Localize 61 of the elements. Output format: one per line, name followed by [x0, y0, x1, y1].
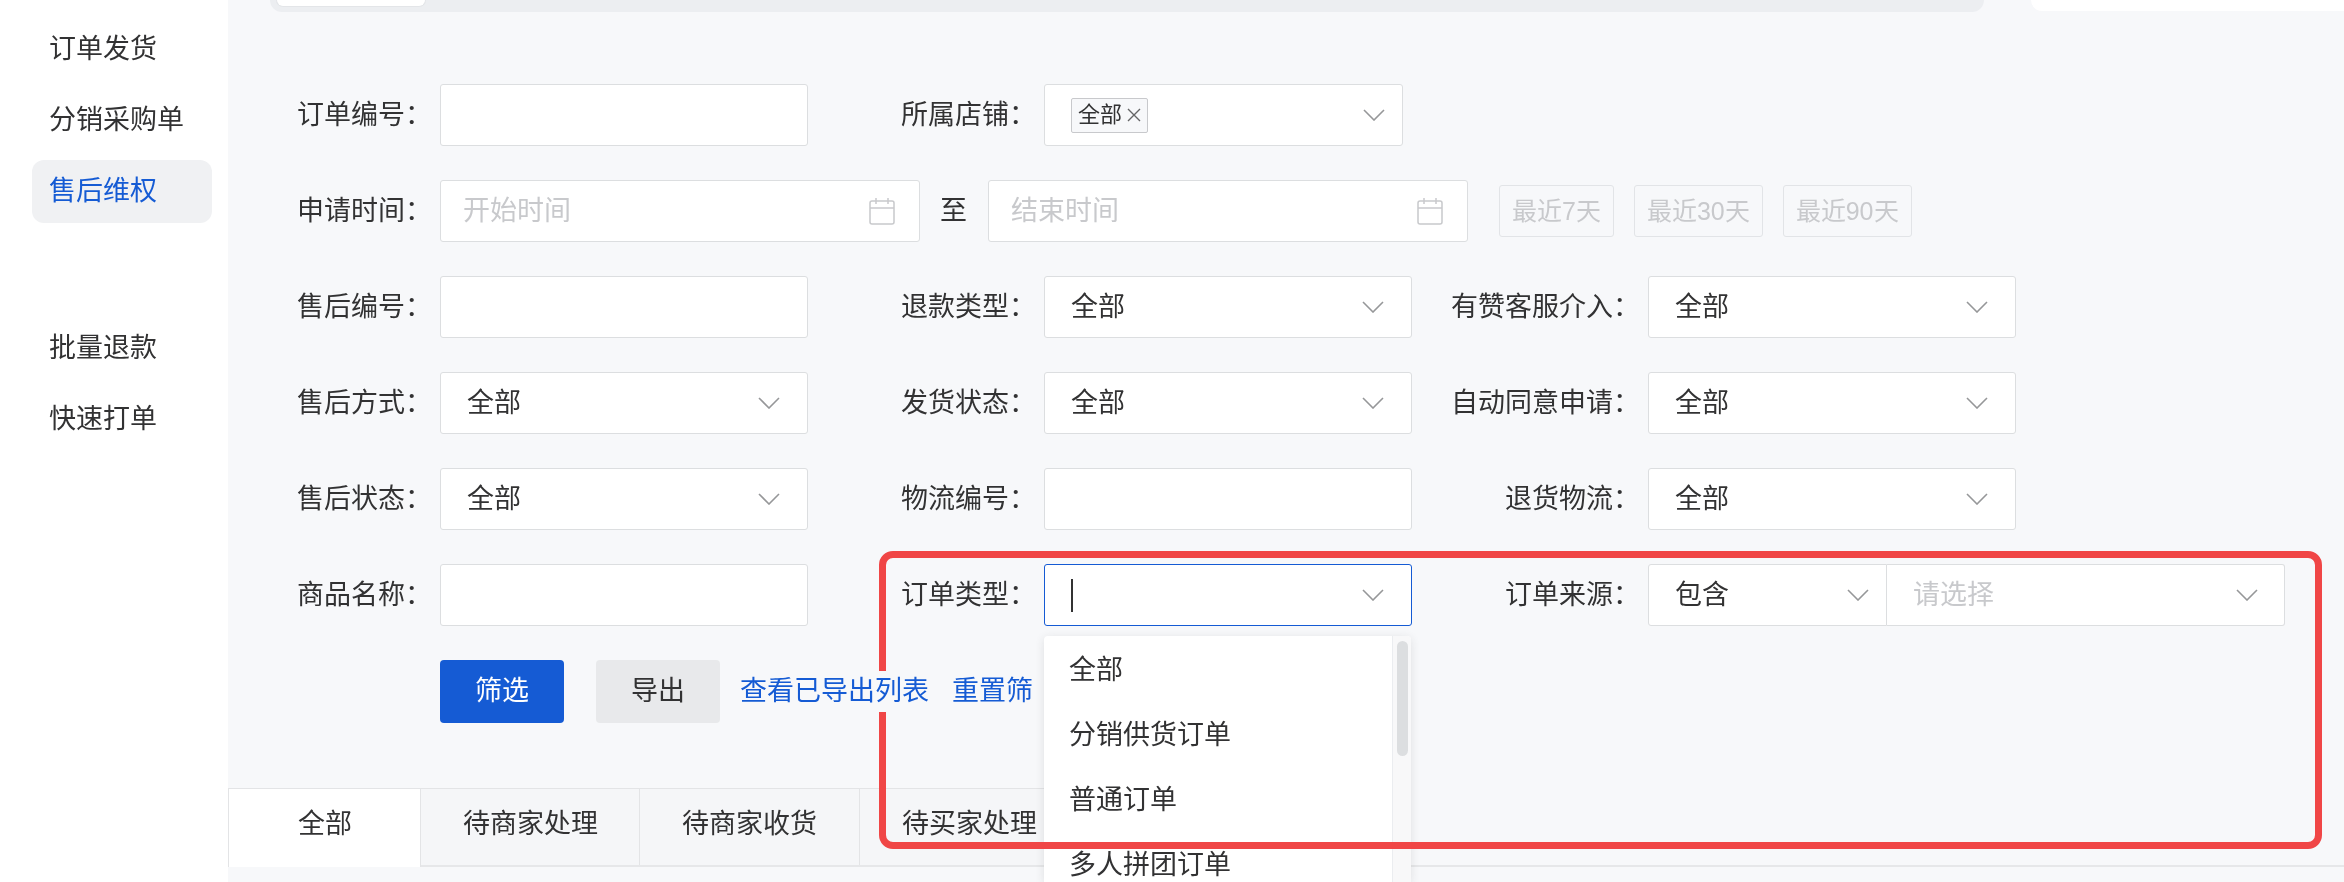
chevron-down-icon: [1363, 109, 1385, 121]
calendar-icon[interactable]: [869, 197, 895, 225]
select-field[interactable]: 全部: [1648, 468, 2016, 530]
chevron-down-icon: [2236, 589, 2258, 601]
select-field[interactable]: 全部: [1044, 276, 1412, 338]
chevron-down-icon: [758, 493, 780, 505]
sidebar-item[interactable]: 快速打单: [32, 388, 212, 451]
sidebar-item[interactable]: 售后维权: [32, 160, 212, 223]
field-label: 售后编号：: [297, 290, 432, 324]
field-label: 发货状态：: [901, 386, 1036, 420]
field-label: 售后状态：: [297, 482, 432, 516]
chevron-down-icon: [1966, 397, 1988, 409]
field-label: 申请时间：: [297, 194, 432, 228]
field-label: 订单类型：: [901, 578, 1036, 612]
text-input[interactable]: [440, 84, 808, 146]
field-label: 商品名称：: [297, 578, 432, 612]
chevron-down-icon: [1966, 301, 1988, 313]
chevron-down-icon: [1966, 493, 1988, 505]
scrollbar-thumb[interactable]: [1397, 641, 1408, 756]
select-field[interactable]: 全部: [1044, 372, 1412, 434]
select-field[interactable]: 全部: [1648, 372, 2016, 434]
select-field[interactable]: 全部: [440, 468, 808, 530]
header-tab[interactable]: [276, 0, 426, 7]
condition-select[interactable]: 包含: [1648, 564, 1887, 626]
calendar-icon[interactable]: [1417, 197, 1443, 225]
sidebar-item[interactable]: 批量退款: [32, 317, 212, 380]
select-field[interactable]: [1044, 564, 1412, 626]
sidebar-item[interactable]: 订单发货: [32, 18, 212, 81]
select-field[interactable]: 全部: [1044, 84, 1403, 146]
chevron-down-icon: [758, 397, 780, 409]
field-label: 自动同意申请：: [1451, 386, 1640, 420]
tag-text: 全部: [1078, 104, 1122, 126]
text-input[interactable]: [440, 564, 808, 626]
field-label: 订单编号：: [297, 98, 432, 132]
field-label: 所属店铺：: [901, 98, 1036, 132]
dropdown-option[interactable]: 全部: [1044, 638, 1392, 703]
dropdown-option[interactable]: 分销供货订单: [1044, 703, 1392, 768]
field-label: 物流编号：: [901, 482, 1036, 516]
range-separator: 至: [940, 194, 967, 228]
tab[interactable]: 待商家收货: [639, 788, 860, 865]
chevron-down-icon: [1362, 301, 1384, 313]
scrollbar-track[interactable]: [1392, 636, 1411, 882]
select-field[interactable]: 全部: [1648, 276, 2016, 338]
select-field[interactable]: 全部: [440, 372, 808, 434]
text-link[interactable]: 查看已导出列表: [740, 671, 929, 712]
filter-button[interactable]: 筛选: [440, 660, 564, 723]
text-cursor-icon: [1071, 578, 1073, 612]
text-input[interactable]: [1044, 468, 1412, 530]
sidebar-item[interactable]: 分销采购单: [32, 89, 212, 152]
field-label: 有赞客服介入：: [1451, 290, 1640, 324]
close-icon[interactable]: [1127, 108, 1141, 122]
text-input[interactable]: [440, 276, 808, 338]
field-label: 退货物流：: [1505, 482, 1640, 516]
chevron-down-icon: [1362, 589, 1384, 601]
export-button[interactable]: 导出: [596, 660, 720, 723]
chevron-down-icon: [1362, 397, 1384, 409]
field-label: 退款类型：: [901, 290, 1036, 324]
field-label: 订单来源：: [1505, 578, 1640, 612]
chevron-down-icon: [1847, 589, 1869, 601]
field-label: 售后方式：: [297, 386, 432, 420]
tab[interactable]: 全部: [228, 788, 421, 867]
